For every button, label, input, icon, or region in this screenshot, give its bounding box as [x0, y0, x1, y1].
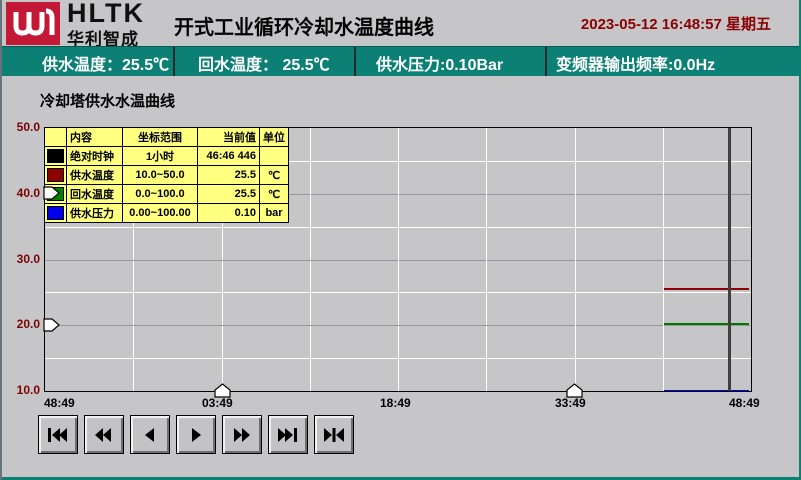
x-axis-slider-left[interactable]	[214, 383, 231, 398]
skip-to-start-button[interactable]	[38, 415, 78, 454]
legend-name: 供水压力	[67, 204, 123, 223]
skip-to-end-icon	[276, 427, 300, 443]
legend-name: 回水温度	[67, 185, 123, 204]
legend-header: 坐标范围	[123, 128, 198, 147]
fast-rewind-icon	[92, 427, 116, 443]
y-axis-tick-label: 40.0	[4, 186, 40, 200]
gridline-horizontal	[45, 292, 751, 293]
trend-line-supply-pressure	[664, 390, 749, 392]
page-title: 开式工业循环冷却水温度曲线	[174, 11, 434, 40]
legend-range: 1小时	[123, 147, 198, 166]
status-divider	[173, 47, 175, 76]
status-supply-pressure: 供水压力:0.10Bar	[376, 51, 503, 75]
status-divider	[354, 47, 356, 76]
y-axis-tick-label: 50.0	[4, 120, 40, 134]
step-forward-button[interactable]	[176, 415, 216, 454]
up-pointer-icon	[214, 383, 231, 398]
legend-unit: bar	[260, 204, 289, 223]
jump-to-now-button[interactable]	[314, 415, 354, 454]
y-axis-slider-lower[interactable]	[43, 318, 60, 332]
status-inverter-freq: 变频器输出频率:0.0Hz	[556, 51, 715, 75]
y-axis-tick-label: 30.0	[4, 252, 40, 266]
gridline-vertical	[486, 128, 487, 391]
datetime-display: 2023-05-12 16:48:57 星期五	[581, 13, 771, 34]
status-return-temp: 回水温度： 25.5℃	[198, 51, 330, 75]
clock-color-swatch	[47, 149, 64, 163]
legend-header: 当前值	[198, 128, 260, 147]
status-supply-temp: 供水温度：25.5℃	[42, 51, 169, 75]
x-axis-tick-label: 03:49	[202, 396, 233, 410]
supply-pressure-color-swatch	[47, 206, 64, 220]
status-bar: 供水温度：25.5℃ 回水温度： 25.5℃ 供水压力:0.10Bar 变频器输…	[2, 46, 801, 76]
play-forward-icon	[184, 427, 208, 443]
chart-title: 冷却塔供水水温曲线	[40, 90, 175, 111]
company-logo	[6, 2, 60, 45]
status-divider	[545, 47, 547, 76]
brand-acronym: HLTK	[67, 0, 145, 27]
legend-value: 0.10	[198, 204, 260, 223]
gridline-vertical	[663, 128, 664, 391]
play-back-icon	[138, 427, 162, 443]
hmi-trend-screen: HLTK 华利智成 开式工业循环冷却水温度曲线 2023-05-12 16:48…	[0, 0, 801, 480]
legend-color-header	[45, 128, 67, 147]
step-back-button[interactable]	[130, 415, 170, 454]
legend-unit: ℃	[260, 185, 289, 204]
x-axis-tick-label: 33:49	[555, 396, 586, 410]
legend-row-supply-temp[interactable]: 供水温度 10.0~50.0 25.5 ℃	[45, 166, 289, 185]
jump-to-now-icon	[322, 427, 346, 443]
fast-rewind-button[interactable]	[84, 415, 124, 454]
legend-value: 25.5	[198, 166, 260, 185]
legend-value: 25.5	[198, 185, 260, 204]
legend-name: 绝对时钟	[67, 147, 123, 166]
gridline-vertical	[575, 128, 576, 391]
skip-to-start-icon	[46, 427, 70, 443]
legend-range: 0.0~100.0	[123, 185, 198, 204]
trend-line-return-temp	[664, 323, 749, 325]
legend-header: 单位	[260, 128, 289, 147]
legend-range: 0.00~100.00	[123, 204, 198, 223]
skip-to-end-button[interactable]	[268, 415, 308, 454]
right-pointer-icon	[43, 318, 60, 332]
legend-row-supply-pressure[interactable]: 供水压力 0.00~100.00 0.10 bar	[45, 204, 289, 223]
legend-unit: ℃	[260, 166, 289, 185]
legend-row-return-temp[interactable]: 回水温度 0.0~100.0 25.5 ℃	[45, 185, 289, 204]
fast-forward-icon	[230, 427, 254, 443]
fast-forward-button[interactable]	[222, 415, 262, 454]
y-axis-tick-label: 20.0	[4, 317, 40, 331]
gridline-horizontal	[45, 325, 751, 326]
supply-temp-color-swatch	[47, 168, 64, 182]
trend-legend-table: 内容 坐标范围 当前值 单位 绝对时钟 1小时 46:46 446 供水温度 1…	[44, 127, 289, 223]
legend-unit	[260, 147, 289, 166]
legend-header: 内容	[67, 128, 123, 147]
trend-line-supply-temp	[664, 288, 749, 290]
legend-row-clock[interactable]: 绝对时钟 1小时 46:46 446	[45, 147, 289, 166]
legend-range: 10.0~50.0	[123, 166, 198, 185]
y-axis-tick-label: 10.0	[4, 383, 40, 397]
legend-header-row: 内容 坐标范围 当前值 单位	[45, 128, 289, 147]
x-axis-tick-label: 18:49	[380, 396, 411, 410]
x-axis-tick-label: 48:49	[44, 396, 75, 410]
right-pointer-icon	[43, 186, 60, 200]
legend-name: 供水温度	[67, 166, 123, 185]
x-axis-tick-label: 48:49	[729, 396, 760, 410]
gridline-vertical	[398, 128, 399, 391]
trend-playback-controls	[38, 415, 354, 454]
up-pointer-icon	[566, 383, 583, 398]
time-cursor-line[interactable]	[728, 128, 731, 391]
legend-value: 46:46 446	[198, 147, 260, 166]
x-axis-slider-right[interactable]	[566, 383, 583, 398]
hltk-wave-logo-icon	[6, 2, 60, 45]
y-axis-slider-upper[interactable]	[43, 186, 60, 200]
gridline-horizontal	[45, 358, 751, 359]
